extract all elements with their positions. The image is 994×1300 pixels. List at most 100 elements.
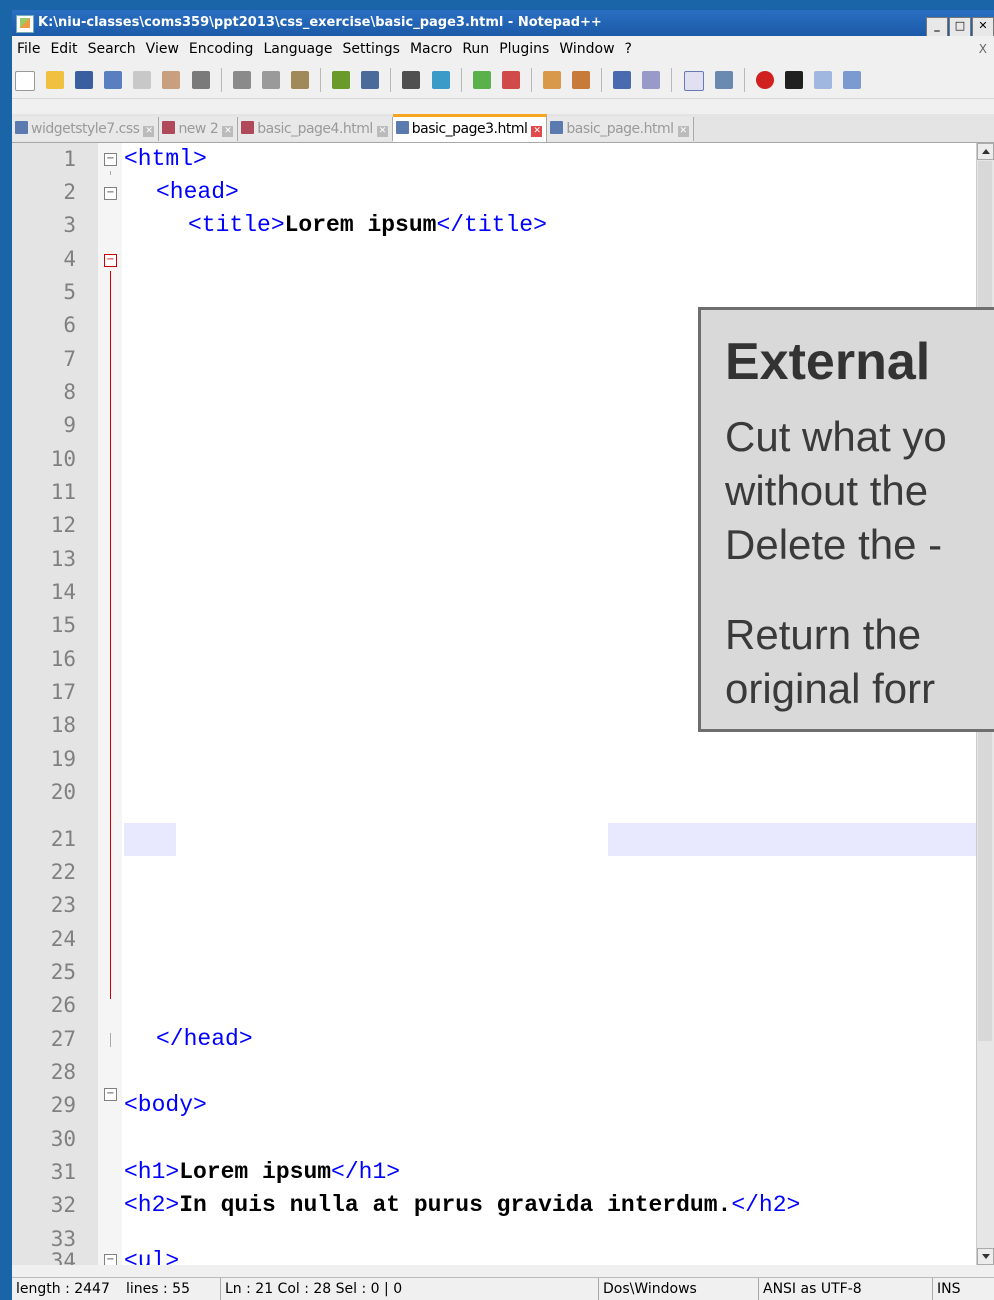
- indent-guide-icon[interactable]: [683, 71, 704, 91]
- code-line: 20: [12, 776, 982, 809]
- user-language-icon[interactable]: [714, 71, 733, 89]
- find-icon[interactable]: [402, 71, 421, 89]
- maximize-button[interactable]: □: [949, 17, 971, 36]
- print-icon[interactable]: [191, 71, 210, 89]
- tab-new-2[interactable]: new 2 ✕: [159, 117, 239, 141]
- menu-language[interactable]: Language: [258, 37, 337, 61]
- minimize-button[interactable]: _: [926, 17, 948, 36]
- toolbar-separator: [743, 68, 745, 92]
- close-file-icon[interactable]: [133, 71, 152, 89]
- menu-view[interactable]: View: [141, 37, 184, 61]
- line-text: <title>Lorem ipsum</title>: [188, 209, 547, 242]
- scroll-down-button[interactable]: [977, 1248, 994, 1265]
- record-macro-icon[interactable]: [755, 71, 774, 89]
- paste-icon[interactable]: [290, 71, 309, 89]
- line-text: </head>: [156, 1023, 253, 1056]
- h1-close-tag: </h1>: [331, 1159, 401, 1185]
- callout-line: Return the: [725, 611, 922, 658]
- line-number: 4: [63, 247, 76, 271]
- replace-icon[interactable]: [431, 71, 450, 89]
- code-line: 4: [12, 243, 982, 276]
- sync-horizontal-icon[interactable]: [572, 71, 591, 89]
- line-number: 12: [50, 513, 76, 537]
- word-wrap-icon[interactable]: [613, 71, 632, 89]
- close-document-button[interactable]: X: [974, 37, 992, 61]
- cut-icon[interactable]: [232, 71, 251, 89]
- line-number: 31: [50, 1160, 76, 1184]
- menu-plugins[interactable]: Plugins: [494, 37, 554, 61]
- line-number: 27: [50, 1027, 76, 1051]
- tab-basic-page-html[interactable]: basic_page.html ✕: [547, 117, 694, 141]
- play-macro-icon[interactable]: [814, 71, 832, 89]
- line-number: 16: [50, 647, 76, 671]
- stop-macro-icon[interactable]: [784, 71, 803, 89]
- line-number: 8: [63, 380, 76, 404]
- zoom-in-icon[interactable]: [472, 71, 491, 89]
- tab-label: basic_page.html: [566, 121, 674, 137]
- line-number: 5: [63, 280, 76, 304]
- line-text: <body>: [124, 1089, 207, 1122]
- close-button[interactable]: ✕: [972, 17, 994, 36]
- toolbar-separator: [530, 68, 532, 92]
- instruction-callout: External Cut what yo without the Delete …: [698, 307, 994, 732]
- title-close-tag: </title>: [436, 212, 547, 238]
- redo-icon[interactable]: [361, 71, 380, 89]
- save-all-icon[interactable]: [104, 71, 123, 89]
- callout-line: Delete the -: [725, 521, 943, 568]
- menu-settings[interactable]: Settings: [338, 37, 405, 61]
- copy-icon[interactable]: [261, 71, 280, 89]
- run-macro-multiple-icon[interactable]: [843, 71, 862, 89]
- zoom-out-icon[interactable]: [501, 71, 520, 89]
- close-tab-icon[interactable]: ✕: [531, 126, 543, 137]
- menu-search[interactable]: Search: [83, 37, 141, 61]
- close-tab-icon[interactable]: ✕: [677, 126, 689, 137]
- menu-run[interactable]: Run: [457, 37, 494, 61]
- menu-help[interactable]: ?: [620, 37, 637, 61]
- tab-basic-page3-html[interactable]: basic_page3.html ✕: [392, 114, 548, 142]
- document-icon: [550, 121, 564, 134]
- undo-icon[interactable]: [332, 71, 351, 89]
- code-line: 1 <html>: [12, 143, 982, 176]
- line-number: 11: [50, 480, 76, 504]
- code-line: 30: [12, 1123, 982, 1156]
- line-number: 6: [63, 313, 76, 337]
- close-tab-icon[interactable]: ✕: [222, 126, 234, 137]
- line-text: <html>: [124, 143, 207, 176]
- save-icon[interactable]: [75, 71, 94, 89]
- sync-vertical-icon[interactable]: [542, 71, 561, 89]
- tab-widgetstyle7-css[interactable]: widgetstyle7.css ✕: [12, 117, 160, 141]
- menu-encoding[interactable]: Encoding: [184, 37, 259, 61]
- window-controls: _ □ ✕: [925, 13, 994, 36]
- tab-basic-page4-html[interactable]: basic_page4.html ✕: [238, 117, 393, 141]
- toolbar-separator: [390, 68, 392, 92]
- document-icon: [15, 121, 28, 134]
- menu-macro[interactable]: Macro: [405, 37, 457, 61]
- scroll-up-button[interactable]: [977, 143, 994, 160]
- toolbar-separator: [601, 68, 603, 92]
- show-all-characters-icon[interactable]: [642, 71, 661, 89]
- code-line: 25: [12, 956, 982, 989]
- open-file-icon[interactable]: [46, 71, 65, 89]
- status-bar: length : 2447 lines : 55 Ln : 21 Col : 2…: [12, 1277, 994, 1300]
- notepadpp-icon: [16, 15, 34, 33]
- code-line: 5: [12, 276, 982, 309]
- status-eol-format: Dos\Windows: [598, 1278, 697, 1300]
- line-number: 34: [50, 1249, 76, 1265]
- line-number: 19: [50, 747, 76, 771]
- close-all-icon[interactable]: [162, 71, 181, 89]
- status-insert-mode: INS: [932, 1278, 961, 1300]
- menu-bar: File Edit Search View Encoding Language Settin…: [12, 37, 994, 61]
- line-number: 14: [50, 580, 76, 604]
- status-cursor-position: Ln : 21 Col : 28 Sel : 0 | 0: [220, 1278, 402, 1300]
- menu-file[interactable]: File: [12, 37, 45, 61]
- line-text: <ul>: [124, 1245, 179, 1265]
- menu-edit[interactable]: Edit: [45, 37, 82, 61]
- toolbar-separator: [320, 68, 322, 92]
- menu-window[interactable]: Window: [554, 37, 619, 61]
- new-file-icon[interactable]: [15, 71, 35, 91]
- close-tab-icon[interactable]: ✕: [376, 126, 388, 137]
- line-text: <h2>In quis nulla at purus gravida inter…: [124, 1189, 800, 1222]
- line-number: 3: [63, 213, 76, 237]
- line-number: 20: [50, 780, 76, 804]
- close-tab-icon[interactable]: ✕: [143, 126, 155, 137]
